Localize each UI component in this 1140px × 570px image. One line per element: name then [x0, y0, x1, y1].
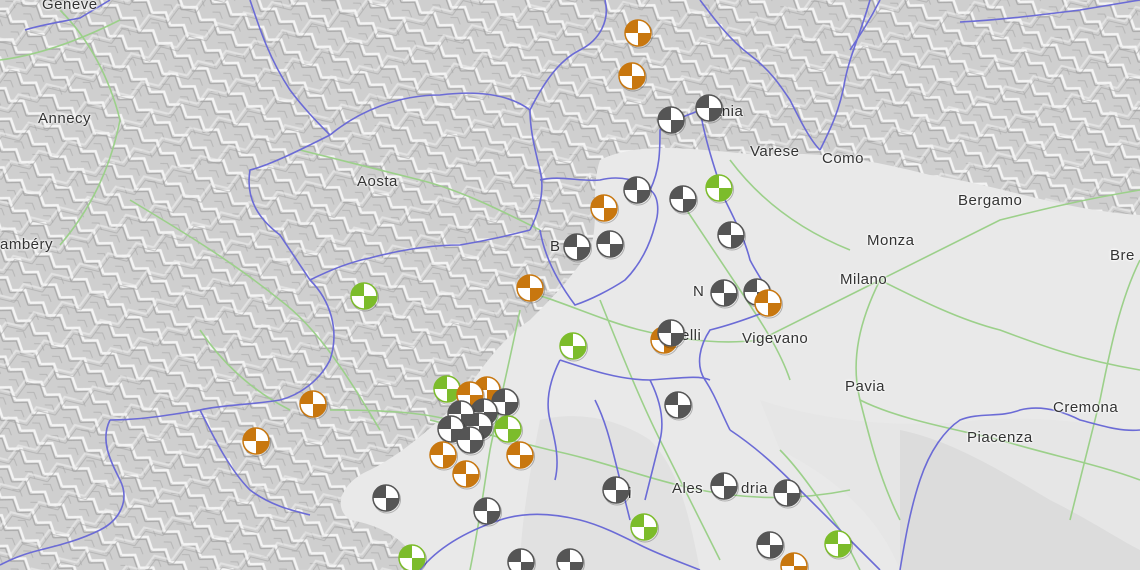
- gray-station-icon[interactable]: [710, 472, 739, 502]
- gray-station-icon[interactable]: [372, 484, 401, 514]
- green-station-icon[interactable]: [824, 530, 853, 560]
- marker-layer: [242, 19, 853, 570]
- green-station-icon[interactable]: [494, 415, 523, 445]
- gray-station-icon[interactable]: [756, 531, 785, 561]
- gray-station-icon[interactable]: [456, 426, 485, 456]
- gray-station-icon[interactable]: [657, 106, 686, 136]
- gray-station-icon[interactable]: [695, 94, 724, 124]
- orange-station-icon[interactable]: [618, 62, 647, 92]
- gray-station-icon[interactable]: [556, 548, 585, 570]
- gray-station-icon[interactable]: [657, 319, 686, 349]
- orange-station-icon[interactable]: [242, 427, 271, 457]
- gray-station-icon[interactable]: [507, 548, 536, 570]
- orange-station-icon[interactable]: [754, 289, 783, 319]
- gray-station-icon[interactable]: [710, 279, 739, 309]
- gray-station-icon[interactable]: [602, 476, 631, 506]
- orange-station-icon[interactable]: [506, 441, 535, 471]
- green-station-icon[interactable]: [705, 174, 734, 204]
- gray-station-icon[interactable]: [473, 497, 502, 527]
- orange-station-icon[interactable]: [780, 552, 809, 570]
- gray-station-icon[interactable]: [623, 176, 652, 206]
- orange-station-icon[interactable]: [624, 19, 653, 49]
- orange-station-icon[interactable]: [516, 274, 545, 304]
- orange-station-icon[interactable]: [299, 390, 328, 420]
- orange-station-icon[interactable]: [590, 194, 619, 224]
- green-station-icon[interactable]: [559, 332, 588, 362]
- gray-station-icon[interactable]: [773, 479, 802, 509]
- gray-station-icon[interactable]: [717, 221, 746, 251]
- orange-station-icon[interactable]: [429, 441, 458, 471]
- gray-station-icon[interactable]: [563, 233, 592, 263]
- map-canvas[interactable]: Genève Annecy ambéry Aosta B ania Varese…: [0, 0, 1140, 570]
- gray-station-icon[interactable]: [669, 185, 698, 215]
- orange-station-icon[interactable]: [452, 460, 481, 490]
- green-station-icon[interactable]: [630, 513, 659, 543]
- green-station-icon[interactable]: [398, 544, 427, 570]
- green-station-icon[interactable]: [350, 282, 379, 312]
- gray-station-icon[interactable]: [596, 230, 625, 260]
- gray-station-icon[interactable]: [664, 391, 693, 421]
